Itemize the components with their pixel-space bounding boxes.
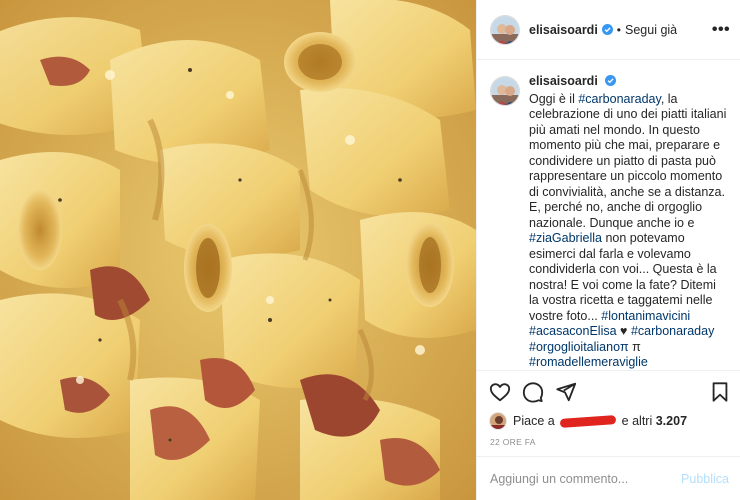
- publish-button[interactable]: Pubblica: [681, 472, 729, 486]
- hashtag-link[interactable]: #acasaconElisa: [529, 324, 617, 338]
- caption-avatar[interactable]: [490, 76, 520, 106]
- likes-count[interactable]: 3.207: [656, 414, 687, 428]
- carbonara-pasta-image: [0, 0, 476, 500]
- profile-picture: [491, 77, 519, 105]
- comment-input[interactable]: [490, 471, 682, 486]
- share-icon[interactable]: [555, 381, 577, 403]
- comment-icon[interactable]: [522, 381, 544, 403]
- verified-badge-icon: [601, 24, 613, 35]
- verified-badge-icon: [605, 75, 617, 86]
- caption-username-text: elisaisoardi: [529, 74, 598, 88]
- hashtag-link[interactable]: #lontanimavicini: [601, 309, 690, 323]
- avatar[interactable]: [490, 14, 520, 45]
- caption-text-segment: ♥: [616, 324, 631, 338]
- more-options-icon[interactable]: •••: [711, 20, 731, 40]
- likes-prefix: Piace a: [513, 414, 555, 428]
- liker-avatar[interactable]: [489, 412, 507, 430]
- post-actions: Piace a e altri 3.207 22 ORE FA: [477, 370, 740, 466]
- caption-text-segment: π: [628, 339, 641, 354]
- hashtag-link[interactable]: #carbonaraday: [631, 324, 714, 338]
- more-options-label: •••: [711, 21, 731, 38]
- hashtag-link[interactable]: #ziaGabriella: [529, 231, 602, 245]
- hashtag-link[interactable]: #romadellemeraviglie: [529, 355, 648, 369]
- likes-summary[interactable]: Piace a e altri 3.207: [489, 412, 687, 430]
- caption-text-segment: , la celebrazione di uno dei piatti ital…: [529, 91, 727, 230]
- caption-text: Oggi è il #carbonaraday, la celebrazione…: [529, 92, 727, 370]
- profile-picture: [491, 15, 519, 44]
- post-timestamp[interactable]: 22 ORE FA: [490, 437, 536, 447]
- following-button[interactable]: Segui già: [625, 23, 677, 37]
- post-caption: elisaisoardi Oggi è il #carbonaraday, la…: [529, 74, 727, 369]
- heart-icon[interactable]: [489, 381, 511, 403]
- instagram-post: elisaisoardi • Segui già ••• elisaisoard…: [0, 0, 740, 500]
- post-side-panel: elisaisoardi • Segui già ••• elisaisoard…: [476, 0, 740, 500]
- caption-text-segment: Oggi è il: [529, 91, 579, 106]
- post-header: elisaisoardi • Segui già •••: [477, 0, 740, 60]
- bookmark-icon[interactable]: [709, 381, 731, 403]
- add-comment-bar: Pubblica: [477, 456, 740, 500]
- redacted-username: [559, 414, 617, 428]
- hashtag-link[interactable]: #orgoglioitalianoπ: [529, 340, 629, 354]
- username[interactable]: elisaisoardi: [529, 23, 598, 37]
- hashtag-link[interactable]: #carbonaraday: [578, 92, 660, 106]
- post-photo[interactable]: [0, 0, 476, 500]
- caption-username[interactable]: elisaisoardi: [529, 74, 727, 90]
- likes-suffix: e altri: [621, 414, 653, 428]
- separator-dot: •: [616, 22, 621, 37]
- comments-section[interactable]: elisaisoardi Oggi è il #carbonaraday, la…: [477, 61, 740, 369]
